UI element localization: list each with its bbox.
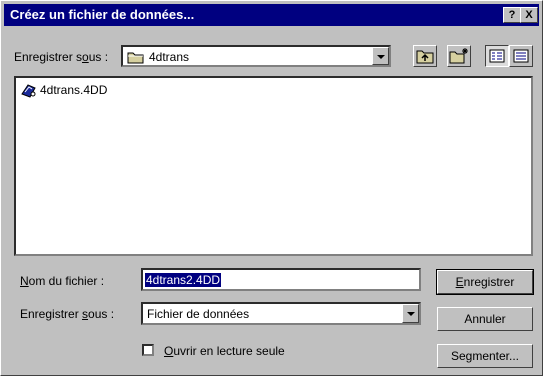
folder-up-icon	[416, 50, 434, 64]
filename-input[interactable]: 4dtrans2.4DD	[141, 268, 421, 291]
save-dialog: Créez un fichier de données... ? X Enreg…	[0, 0, 543, 376]
save-as-type-value: Fichier de données	[147, 307, 250, 321]
save-as-type-label: Enregistrer sous :	[20, 307, 115, 321]
new-folder-icon	[449, 48, 468, 64]
up-one-level-button[interactable]	[413, 45, 437, 67]
help-button[interactable]: ?	[503, 7, 521, 23]
segment-button[interactable]: Segmenter...	[437, 344, 533, 368]
readonly-label[interactable]: Ouvrir en lecture seule	[164, 344, 285, 358]
save-in-label: Enregistrer sous :	[14, 50, 109, 64]
list-view-button[interactable]	[485, 45, 509, 67]
title-bar: Créez un fichier de données... ? X	[4, 4, 539, 26]
filename-value: 4dtrans2.4DD	[145, 273, 222, 287]
save-in-dropdown[interactable]: 4dtrans	[121, 45, 391, 67]
dialog-title: Créez un fichier de données...	[10, 7, 195, 22]
folder-icon	[127, 52, 144, 64]
save-button[interactable]: Enregistrer	[436, 269, 534, 295]
close-button[interactable]: X	[520, 7, 538, 23]
4d-database-icon	[21, 84, 36, 98]
chevron-down-icon[interactable]	[402, 304, 419, 323]
list-view-icon	[489, 49, 505, 63]
file-list[interactable]: 4dtrans.4DD	[14, 76, 533, 256]
details-view-icon	[513, 49, 529, 63]
details-view-button[interactable]	[509, 45, 533, 67]
new-folder-button[interactable]	[447, 45, 471, 67]
save-in-value: 4dtrans	[149, 50, 190, 64]
chevron-down-icon[interactable]	[372, 47, 389, 65]
file-name: 4dtrans.4DD	[40, 83, 108, 97]
filename-label: Nom du fichier :	[20, 274, 105, 288]
save-as-type-dropdown[interactable]: Fichier de données	[141, 302, 421, 325]
readonly-checkbox[interactable]	[142, 344, 154, 356]
cancel-button[interactable]: Annuler	[437, 307, 533, 331]
